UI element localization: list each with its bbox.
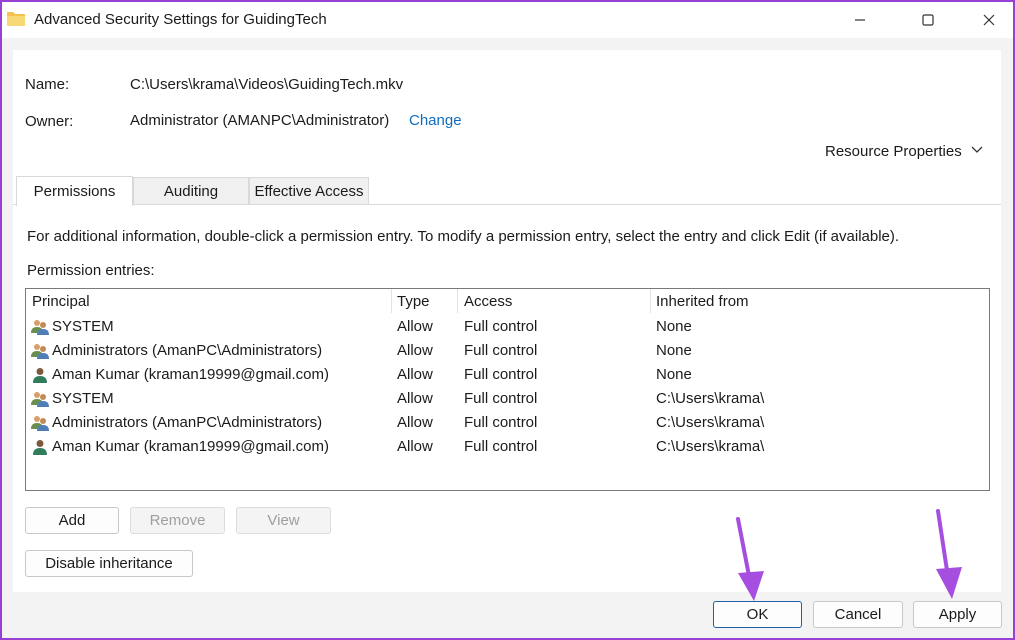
title-bar: Advanced Security Settings for GuidingTe…: [2, 2, 1013, 38]
inherited-cell: C:\Users\krama\: [656, 390, 765, 407]
principal-cell: SYSTEM: [52, 318, 114, 335]
user-icon: [33, 440, 47, 455]
change-owner-link[interactable]: Change: [409, 112, 462, 129]
column-divider[interactable]: [391, 289, 392, 313]
access-cell: Full control: [464, 438, 538, 455]
principal-cell: Administrators (AmanPC\Administrators): [52, 342, 323, 359]
group-users-icon: [31, 416, 49, 431]
tab-effective-access[interactable]: Effective Access: [249, 177, 369, 204]
column-header-access[interactable]: Access: [464, 293, 512, 310]
owner-value: Administrator (AMANPC\Administrator): [130, 112, 390, 129]
table-row[interactable]: Aman Kumar (kraman19999@gmail.com) Allow…: [26, 435, 989, 459]
minimize-icon: [855, 19, 865, 21]
close-icon: [983, 14, 995, 26]
group-users-icon: [31, 344, 49, 359]
inherited-cell: None: [656, 342, 692, 359]
view-button[interactable]: View: [236, 507, 331, 534]
maximize-button[interactable]: [905, 2, 951, 38]
group-users-icon: [31, 320, 49, 335]
name-value[interactable]: C:\Users\krama\Videos\GuidingTech.mkv: [130, 76, 403, 93]
type-cell: Allow: [397, 318, 433, 335]
access-cell: Full control: [464, 342, 538, 359]
window-title: Advanced Security Settings for GuidingTe…: [34, 11, 327, 28]
content-panel: Name: C:\Users\krama\Videos\GuidingTech.…: [13, 50, 1001, 592]
inherited-cell: None: [656, 366, 692, 383]
column-divider[interactable]: [650, 289, 651, 313]
add-button[interactable]: Add: [25, 507, 119, 534]
principal-cell: Administrators (AmanPC\Administrators): [52, 414, 323, 431]
minimize-button[interactable]: [837, 2, 883, 38]
table-row[interactable]: Administrators (AmanPC\Administrators) A…: [26, 411, 989, 435]
cancel-button[interactable]: Cancel: [813, 601, 903, 628]
principal-cell: Aman Kumar (kraman19999@gmail.com): [52, 366, 329, 383]
inherited-cell: C:\Users\krama\: [656, 438, 765, 455]
column-divider[interactable]: [457, 289, 458, 313]
tab-permissions[interactable]: Permissions: [16, 176, 133, 206]
tab-auditing[interactable]: Auditing: [133, 177, 249, 204]
annotation-arrow-apply-icon: [936, 509, 962, 599]
inherited-cell: C:\Users\krama\: [656, 414, 765, 431]
column-header-principal[interactable]: Principal: [32, 293, 90, 310]
type-cell: Allow: [397, 438, 433, 455]
principal-cell: Aman Kumar (kraman19999@gmail.com): [52, 438, 329, 455]
type-cell: Allow: [397, 366, 433, 383]
type-cell: Allow: [397, 342, 433, 359]
maximize-icon: [922, 14, 934, 26]
access-cell: Full control: [464, 318, 538, 335]
close-button[interactable]: [966, 2, 1012, 38]
permission-entries-list[interactable]: Principal Type Access Inherited from SYS…: [25, 288, 990, 491]
apply-button[interactable]: Apply: [913, 601, 1002, 628]
access-cell: Full control: [464, 414, 538, 431]
resource-properties-toggle[interactable]: Resource Properties: [825, 143, 962, 160]
table-row[interactable]: SYSTEM Allow Full control None: [26, 315, 989, 339]
tab-strip-divider: [13, 204, 1001, 205]
table-row[interactable]: Administrators (AmanPC\Administrators) A…: [26, 339, 989, 363]
permissions-description: For additional information, double-click…: [27, 228, 900, 245]
inherited-cell: None: [656, 318, 692, 335]
table-row[interactable]: Aman Kumar (kraman19999@gmail.com) Allow…: [26, 363, 989, 387]
user-icon: [33, 368, 47, 383]
type-cell: Allow: [397, 390, 433, 407]
group-users-icon: [31, 392, 49, 407]
remove-button[interactable]: Remove: [130, 507, 225, 534]
permission-entries-label: Permission entries:: [27, 262, 155, 279]
access-cell: Full control: [464, 390, 538, 407]
type-cell: Allow: [397, 414, 433, 431]
column-header-inherited-from[interactable]: Inherited from: [656, 293, 749, 310]
principal-cell: SYSTEM: [52, 390, 114, 407]
security-dialog: Advanced Security Settings for GuidingTe…: [2, 2, 1013, 638]
column-header-type[interactable]: Type: [397, 293, 430, 310]
table-row[interactable]: SYSTEM Allow Full control C:\Users\krama…: [26, 387, 989, 411]
chevron-down-icon[interactable]: [970, 145, 984, 155]
name-label: Name:: [25, 76, 70, 93]
disable-inheritance-button[interactable]: Disable inheritance: [25, 550, 193, 577]
owner-label: Owner:: [25, 113, 74, 130]
access-cell: Full control: [464, 366, 538, 383]
ok-button[interactable]: OK: [713, 601, 802, 628]
annotation-arrow-ok-icon: [736, 517, 764, 601]
folder-icon: [7, 12, 25, 26]
